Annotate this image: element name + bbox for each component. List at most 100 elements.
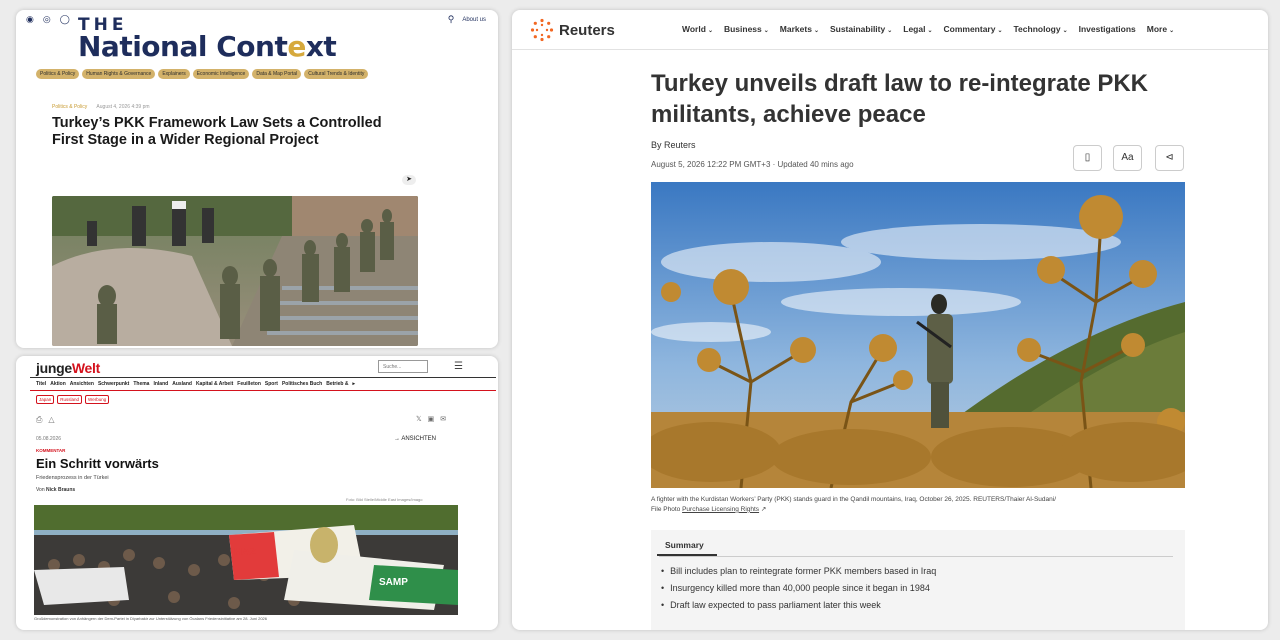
- main-nav: World ⌄ Business ⌄ Markets ⌄ Sustainability…: [682, 24, 1174, 34]
- summary-item: Draft law expected to pass parliament la…: [661, 600, 936, 610]
- chevron-down-icon: ⌄: [1062, 28, 1068, 34]
- external-link-icon[interactable]: ↗: [761, 506, 766, 513]
- nav-item[interactable]: Titel: [36, 381, 46, 387]
- facebook-icon[interactable]: ▣: [428, 415, 435, 423]
- article-photo: HAZ SAMP: [34, 505, 458, 615]
- caption-line: A fighter with the Kurdistan Workers’ Pa…: [651, 496, 1056, 503]
- category-chip[interactable]: Data & Map Portal: [252, 69, 302, 79]
- nav-item-legal[interactable]: Legal ⌄: [903, 24, 932, 34]
- nav-item[interactable]: Schwerpunkt: [98, 381, 129, 387]
- nav-item[interactable]: Feuilleton: [237, 381, 261, 387]
- bookmark-icon: ▯: [1084, 152, 1091, 163]
- ansichten-link[interactable]: → ANSICHTEN: [394, 436, 436, 442]
- banner-text: SAMP: [379, 577, 408, 588]
- site-header: Reuters World ⌄ Business ⌄ Markets ⌄ Sustai…: [512, 10, 1268, 50]
- chevron-down-icon: ⌄: [763, 28, 769, 34]
- mail-icon[interactable]: ✉: [440, 415, 446, 423]
- nav-item-more[interactable]: More ⌄: [1147, 24, 1174, 34]
- nav-item[interactable]: Politisches Buch: [282, 381, 322, 387]
- text-size-icon: Aa: [1121, 152, 1134, 163]
- summary-list: Bill includes plan to reintegrate former…: [661, 566, 936, 617]
- nav-item[interactable]: Kapital & Arbeit: [196, 381, 233, 387]
- nav-item-business[interactable]: Business ⌄: [724, 24, 769, 34]
- nav-item-commentary[interactable]: Commentary ⌄: [944, 24, 1003, 34]
- nav-item[interactable]: Ansichten: [70, 381, 94, 387]
- summary-divider: [659, 556, 1173, 557]
- article-title: Turkey unveils draft law to re-integrate…: [651, 70, 1149, 129]
- caption-line: File Photo Purchase Licensing Rights ↗: [651, 505, 767, 513]
- article-category[interactable]: Politics & Policy: [52, 104, 87, 110]
- nav-item-sustainability[interactable]: Sustainability ⌄: [830, 24, 892, 34]
- menu-icon[interactable]: ☰: [454, 361, 463, 372]
- reuters-logo-icon: [530, 18, 554, 42]
- reuters-panel: Reuters World ⌄ Business ⌄ Markets ⌄ Sustai…: [512, 10, 1268, 630]
- photo-credit: Foto: Bild Stelle/Middle East Images/Ima…: [346, 497, 423, 502]
- globe-icon[interactable]: ◯: [60, 14, 70, 25]
- nav-item[interactable]: Inland: [153, 381, 168, 387]
- category-chip[interactable]: Economic Intelligence: [192, 69, 250, 79]
- chevron-down-icon: ⌄: [887, 28, 893, 34]
- nav-item[interactable]: Ausland: [172, 381, 192, 387]
- photo-caption: Großdemonstration von Anhängern der Dem-…: [34, 616, 268, 621]
- category-nav: Politics & Policy Human Rights & Governa…: [36, 69, 369, 79]
- summary-tab[interactable]: Summary: [665, 540, 704, 550]
- alert-icon[interactable]: △: [48, 415, 54, 425]
- circle-icon[interactable]: ◎: [43, 14, 51, 25]
- tag-list: Japan Russland Werbung: [36, 395, 110, 404]
- tag-chip[interactable]: Japan: [36, 395, 55, 404]
- nav-item-investigations[interactable]: Investigations: [1079, 24, 1136, 34]
- category-chip[interactable]: Human Rights & Governance: [82, 69, 156, 79]
- dot-icon[interactable]: ◉: [26, 14, 34, 25]
- byline[interactable]: By Reuters: [651, 140, 696, 150]
- category-chip[interactable]: Cultural Trends & Identity: [304, 69, 369, 79]
- logo-text: Reuters: [559, 21, 615, 39]
- search-icon[interactable]: ⚲: [448, 14, 455, 25]
- article-meta: Politics & Policy August 4, 2026 4:39 pm: [52, 104, 150, 110]
- search-input[interactable]: Suche...: [378, 360, 428, 373]
- article-title: Turkey’s PKK Framework Law Sets a Contro…: [52, 115, 382, 149]
- summary-box: Summary Bill includes plan to reintegrat…: [651, 530, 1185, 630]
- photo-caption: A fighter with the Kurdistan Workers’ Pa…: [651, 495, 1191, 515]
- chevron-down-icon: ⌄: [997, 28, 1003, 34]
- header-divider: [30, 377, 496, 378]
- bookmark-button[interactable]: ▯: [1073, 145, 1102, 171]
- nav-item[interactable]: Aktion: [50, 381, 66, 387]
- main-nav: Titel Aktion Ansichten Schwerpunkt Thema…: [36, 381, 355, 387]
- article-kicker: KOMMENTAR: [36, 448, 66, 453]
- nav-item-markets[interactable]: Markets ⌄: [780, 24, 819, 34]
- site-logo[interactable]: jungeWelt: [36, 360, 100, 376]
- share-button[interactable]: ⊲: [1155, 145, 1184, 171]
- category-chip[interactable]: Politics & Policy: [36, 69, 80, 79]
- nav-item[interactable]: Sport: [265, 381, 278, 387]
- share-icon[interactable]: ➤: [402, 175, 416, 185]
- article-photo: [52, 196, 418, 346]
- about-us-link[interactable]: About us: [462, 17, 486, 23]
- x-icon[interactable]: 𝕏: [416, 415, 422, 423]
- summary-item: Bill includes plan to reintegrate former…: [661, 566, 936, 576]
- nav-item-world[interactable]: World ⌄: [682, 24, 713, 34]
- article-date: August 4, 2026 4:39 pm: [96, 104, 150, 110]
- summary-tab-underline: [657, 554, 717, 556]
- text-size-button[interactable]: Aa: [1113, 145, 1142, 171]
- social-icons: 𝕏 ▣ ✉: [416, 415, 446, 423]
- article-date: August 5, 2026 12:22 PM GMT+3 · Updated …: [651, 160, 854, 169]
- print-icon[interactable]: ⎙: [36, 415, 42, 425]
- site-logo[interactable]: Reuters: [530, 18, 615, 42]
- logo-name: National Context: [78, 30, 337, 63]
- site-logo[interactable]: THE National Context: [78, 17, 337, 63]
- banner-text: HAZ: [234, 546, 257, 558]
- licensing-link[interactable]: Purchase Licensing Rights: [682, 506, 759, 513]
- nav-divider: [30, 390, 496, 391]
- tag-chip[interactable]: Werbung: [85, 395, 110, 404]
- tag-chip[interactable]: Russland: [57, 395, 83, 404]
- category-chip[interactable]: Explainers: [158, 69, 190, 79]
- author-name[interactable]: Nick Brauns: [46, 487, 75, 493]
- nav-scroll-icon[interactable]: ▸: [352, 381, 355, 387]
- nav-item-technology[interactable]: Technology ⌄: [1014, 24, 1068, 34]
- nav-item[interactable]: Thema: [133, 381, 149, 387]
- chevron-down-icon: ⌄: [927, 28, 933, 34]
- article-author: Von Nick Brauns: [36, 487, 76, 493]
- article-date: 05.08.2026: [36, 436, 62, 442]
- nav-item[interactable]: Betrieb &: [326, 381, 348, 387]
- chevron-down-icon: ⌄: [1169, 28, 1175, 34]
